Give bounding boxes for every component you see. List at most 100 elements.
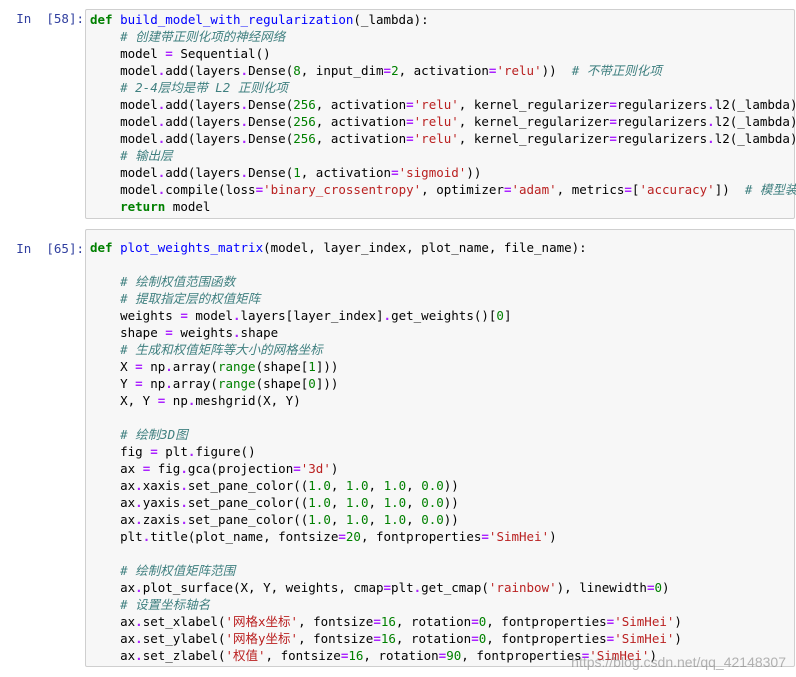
code-token: . — [180, 512, 188, 527]
code-token: , fontproperties — [486, 631, 607, 646]
code-token: 1.0 — [383, 495, 407, 510]
code-token: ax — [90, 478, 136, 493]
code-token: )) — [443, 495, 459, 510]
code-token: '网格x坐标' — [225, 614, 299, 629]
code-token: 90 — [446, 648, 462, 663]
code-token: set_pane_color(( — [187, 478, 309, 493]
code-token: 1 — [308, 359, 316, 374]
code-token: 0 — [496, 308, 504, 323]
code-token: '3d' — [300, 461, 331, 476]
code-token: ])) — [315, 359, 339, 374]
code-token: , fontproperties — [360, 529, 482, 544]
code-token: figure() — [195, 444, 256, 459]
code-token: ax — [90, 580, 136, 595]
code-token: 1.0 — [308, 478, 331, 493]
code-token: . — [135, 631, 143, 646]
code-line: ax.xaxis.set_pane_color((1.0, 1.0, 1.0, … — [90, 477, 794, 494]
code-token: layers[layer_index] — [240, 308, 384, 323]
code-token: 16 — [380, 631, 396, 646]
code-token: , kernel_regularizer — [458, 114, 610, 129]
code-line: weights = model.layers[layer_index].get_… — [90, 307, 794, 324]
code-token: set_pane_color(( — [187, 512, 309, 527]
code-line: def plot_weights_matrix(model, layer_ind… — [90, 239, 794, 256]
code-token: = — [150, 444, 158, 459]
code-input-area[interactable]: def plot_weights_matrix(model, layer_ind… — [85, 229, 795, 667]
code-token: , metrics — [556, 182, 625, 197]
code-line: Y = np.array(range(shape[0])) — [90, 375, 794, 392]
code-token: = — [373, 614, 381, 629]
code-editor[interactable]: def plot_weights_matrix(model, layer_ind… — [86, 230, 794, 664]
code-token: array( — [172, 359, 218, 374]
code-token: meshgrid(X, Y) — [195, 393, 301, 408]
code-token: add(layers — [165, 63, 241, 78]
code-token: 1.0 — [345, 478, 369, 493]
code-token: regularizers — [616, 97, 708, 112]
code-token: , fontproperties — [486, 614, 607, 629]
code-line: ax = fig.gca(projection='3d') — [90, 460, 794, 477]
code-cell-65[interactable]: In [65]: def plot_weights_matrix(model, … — [0, 229, 796, 667]
code-cell-58[interactable]: In [58]: def build_model_with_regulariza… — [0, 9, 796, 219]
code-token: )) — [541, 63, 572, 78]
code-token: . — [233, 308, 241, 323]
code-token: plt — [391, 580, 414, 595]
code-token: 'relu' — [413, 114, 459, 129]
code-token: Dense( — [248, 63, 294, 78]
code-token: xaxis — [142, 478, 181, 493]
code-line: # 输出层 — [90, 147, 794, 164]
code-token: model — [90, 114, 158, 129]
code-token: = — [180, 308, 188, 323]
code-input-area[interactable]: def build_model_with_regularization(_lam… — [85, 9, 796, 219]
code-token: 256 — [293, 131, 316, 146]
code-token: zaxis — [142, 512, 181, 527]
code-editor[interactable]: def build_model_with_regularization(_lam… — [86, 10, 796, 215]
code-token: # 模型装配 — [744, 182, 796, 197]
code-token: = — [624, 182, 632, 197]
code-token: = — [609, 114, 617, 129]
code-token: range — [217, 359, 256, 374]
code-token: gca(projection — [187, 461, 294, 476]
code-token: plt — [157, 444, 188, 459]
code-token: ) — [674, 614, 682, 629]
code-token: , activation — [315, 114, 407, 129]
code-token: (shape[ — [255, 376, 309, 391]
code-token: ax — [90, 614, 136, 629]
code-token: 'accuracy' — [639, 182, 715, 197]
code-token: , — [330, 495, 346, 510]
code-token: set_xlabel( — [142, 614, 226, 629]
code-token: 16 — [380, 614, 396, 629]
code-token: title(plot_name, fontsize — [150, 529, 339, 544]
code-token: = — [293, 461, 301, 476]
code-token: 'SimHei' — [614, 614, 675, 629]
code-token: . — [165, 376, 173, 391]
code-token: weights — [90, 308, 181, 323]
code-token: 0.0 — [421, 478, 444, 493]
code-token: plot_surface(X, Y, weights, cmap — [142, 580, 384, 595]
code-token: = — [471, 631, 479, 646]
code-token: . — [180, 478, 188, 493]
code-line: ax.set_ylabel('网格y坐标', fontsize=16, rota… — [90, 630, 794, 647]
code-token: def — [90, 240, 121, 255]
code-token: weights — [172, 325, 234, 340]
code-token: Y — [90, 376, 136, 391]
code-token: Dense( — [248, 165, 294, 180]
code-token: . — [180, 495, 188, 510]
code-token: model — [90, 46, 166, 61]
code-token: . — [135, 648, 143, 663]
code-token: . — [240, 114, 249, 129]
code-token: ) — [549, 529, 557, 544]
code-token: . — [135, 614, 143, 629]
code-token: . — [240, 97, 249, 112]
code-token: model — [90, 165, 158, 180]
code-token: 'rainbow' — [488, 580, 557, 595]
code-token: Dense( — [248, 114, 294, 129]
code-token: , — [368, 478, 384, 493]
code-token: 2 — [391, 63, 399, 78]
code-token: . — [240, 63, 249, 78]
code-token: ax — [90, 461, 143, 476]
